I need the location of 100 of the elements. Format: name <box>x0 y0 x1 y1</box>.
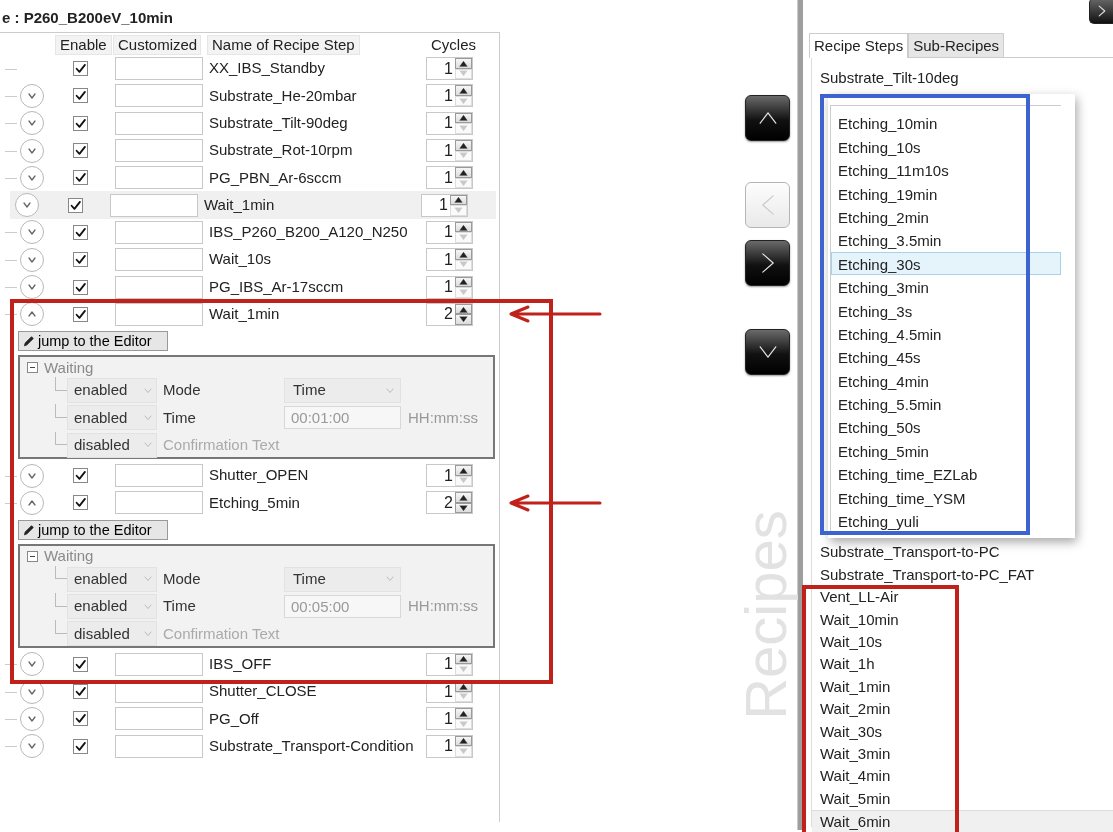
dropdown-item[interactable]: Etching_30s <box>831 251 1061 276</box>
dropdown-item[interactable]: Etching_2min <box>831 204 1061 229</box>
state-dropdown[interactable]: enabled <box>67 405 157 431</box>
expand-toggle[interactable] <box>20 138 44 163</box>
enable-checkbox[interactable] <box>72 306 88 322</box>
recipe-item[interactable]: Substrate_Transport-to-PC <box>812 541 1113 564</box>
enable-checkbox[interactable] <box>72 684 88 699</box>
expand-toggle[interactable] <box>15 193 39 218</box>
expand-toggle[interactable] <box>20 734 44 759</box>
step-name: PG_PBN_Ar-6sccm <box>208 167 343 188</box>
dropdown-item[interactable]: Etching_50s <box>831 415 1061 439</box>
dropdown-item[interactable]: Etching_4min <box>831 368 1061 393</box>
customized-field[interactable] <box>115 491 203 515</box>
dropdown-item[interactable]: Etching_5min <box>831 438 1061 463</box>
enable-checkbox[interactable] <box>72 88 88 104</box>
enable-checkbox[interactable] <box>72 61 88 77</box>
expand-toggle[interactable] <box>20 111 44 136</box>
mode-dropdown[interactable]: Time <box>284 566 401 592</box>
expand-toggle[interactable] <box>20 220 44 245</box>
customized-field[interactable] <box>115 139 203 163</box>
collapse-icon[interactable] <box>27 551 38 563</box>
dropdown-item[interactable]: Etching_3s <box>831 298 1061 322</box>
enable-checkbox[interactable] <box>72 656 88 672</box>
tab[interactable]: Recipe Steps <box>809 33 909 58</box>
recipe-item[interactable]: Wait_6min <box>812 810 1113 832</box>
enable-checkbox[interactable] <box>72 143 88 159</box>
expand-toggle[interactable] <box>20 463 44 488</box>
recipe-item[interactable]: Wait_10min <box>812 608 1113 631</box>
enable-checkbox[interactable] <box>72 711 88 727</box>
recipe-item[interactable]: Substrate_Transport-to-PC_FAT <box>812 563 1113 587</box>
jump-to-editor-button[interactable]: jump to the Editor <box>18 330 168 351</box>
dropdown-item[interactable]: Etching_45s <box>831 345 1061 369</box>
move-right-button[interactable] <box>745 240 790 286</box>
dropdown-item[interactable]: Etching_time_YSM <box>831 485 1061 510</box>
move-up-button[interactable] <box>745 95 790 141</box>
dropdown-item[interactable]: Etching_time_EZLab <box>831 462 1061 486</box>
corner-button[interactable] <box>1089 0 1113 24</box>
recipe-item[interactable]: Substrate_Tilt-10deg <box>812 67 1113 90</box>
dropdown-item[interactable]: Etching_10s <box>831 134 1061 159</box>
expand-toggle[interactable] <box>20 490 44 515</box>
customized-field[interactable] <box>115 734 203 758</box>
enable-checkbox[interactable] <box>72 115 88 131</box>
dropdown-item[interactable]: Etching_4.5min <box>831 321 1061 346</box>
enable-checkbox[interactable] <box>72 468 88 484</box>
expand-toggle[interactable] <box>20 165 44 190</box>
customized-field[interactable] <box>115 57 203 81</box>
dropdown-item[interactable]: Etching_10min <box>831 111 1061 135</box>
checkmark-icon <box>73 685 87 698</box>
dropdown-item[interactable]: Etching_yuli <box>831 509 1061 533</box>
enable-checkbox[interactable] <box>72 738 88 754</box>
customized-field[interactable] <box>115 111 203 135</box>
move-down-button[interactable] <box>745 329 790 375</box>
customized-field[interactable] <box>115 302 203 326</box>
dropdown-item[interactable]: Etching_3min <box>831 275 1061 299</box>
enable-checkbox[interactable] <box>72 252 88 268</box>
expand-toggle[interactable] <box>20 83 44 108</box>
expand-toggle[interactable] <box>20 275 44 299</box>
customized-field[interactable] <box>115 166 203 190</box>
customized-field[interactable] <box>115 464 203 488</box>
recipe-item[interactable]: Wait_1h <box>812 653 1113 676</box>
state-dropdown[interactable]: disabled <box>67 432 157 458</box>
expand-toggle[interactable] <box>20 706 44 731</box>
customized-field[interactable] <box>115 248 203 272</box>
enable-checkbox[interactable] <box>72 495 88 511</box>
recipe-item[interactable]: Vent_LL-Air <box>812 586 1113 609</box>
dropdown-item[interactable]: Etching_19min <box>831 181 1061 205</box>
customized-field[interactable] <box>115 275 203 299</box>
enable-checkbox[interactable] <box>72 170 88 186</box>
recipe-title: e : P260_B200eV_10min <box>1 8 174 28</box>
mode-dropdown[interactable]: Time <box>284 378 401 404</box>
state-dropdown[interactable]: enabled <box>67 378 157 404</box>
customized-field[interactable] <box>110 193 198 217</box>
recipe-item[interactable]: Wait_30s <box>812 720 1113 743</box>
collapse-icon[interactable] <box>27 362 38 374</box>
dropdown-item[interactable]: Etching_3.5min <box>831 228 1061 252</box>
enable-checkbox[interactable] <box>67 197 83 213</box>
customized-field[interactable] <box>115 707 203 731</box>
state-dropdown[interactable]: enabled <box>67 594 157 619</box>
expand-toggle[interactable] <box>20 247 44 272</box>
recipe-item[interactable]: Wait_2min <box>812 698 1113 721</box>
enable-checkbox[interactable] <box>72 279 88 295</box>
customized-field[interactable] <box>115 84 203 108</box>
state-dropdown[interactable]: disabled <box>67 621 157 647</box>
step-name: IBS_P260_B200_A120_N250 <box>208 222 409 243</box>
recipe-item[interactable]: Wait_4min <box>812 765 1113 788</box>
recipe-item[interactable]: Wait_3min <box>812 742 1113 766</box>
recipe-item[interactable]: Wait_1min <box>812 675 1113 699</box>
recipe-item[interactable]: Wait_5min <box>812 787 1113 811</box>
expand-toggle[interactable] <box>20 302 44 327</box>
customized-field[interactable] <box>115 220 203 244</box>
customized-field[interactable] <box>115 652 203 676</box>
caret-icon <box>386 576 394 583</box>
dropdown-item[interactable]: Etching_5.5min <box>831 392 1061 416</box>
jump-to-editor-button[interactable]: jump to the Editor <box>18 519 168 540</box>
recipe-item[interactable]: Wait_10s <box>812 630 1113 654</box>
dropdown-item[interactable]: Etching_11m10s <box>831 158 1061 182</box>
expand-toggle[interactable] <box>20 652 44 677</box>
tab[interactable]: Sub-Recipes <box>908 33 1005 57</box>
state-dropdown[interactable]: enabled <box>67 566 157 592</box>
enable-checkbox[interactable] <box>72 224 88 240</box>
